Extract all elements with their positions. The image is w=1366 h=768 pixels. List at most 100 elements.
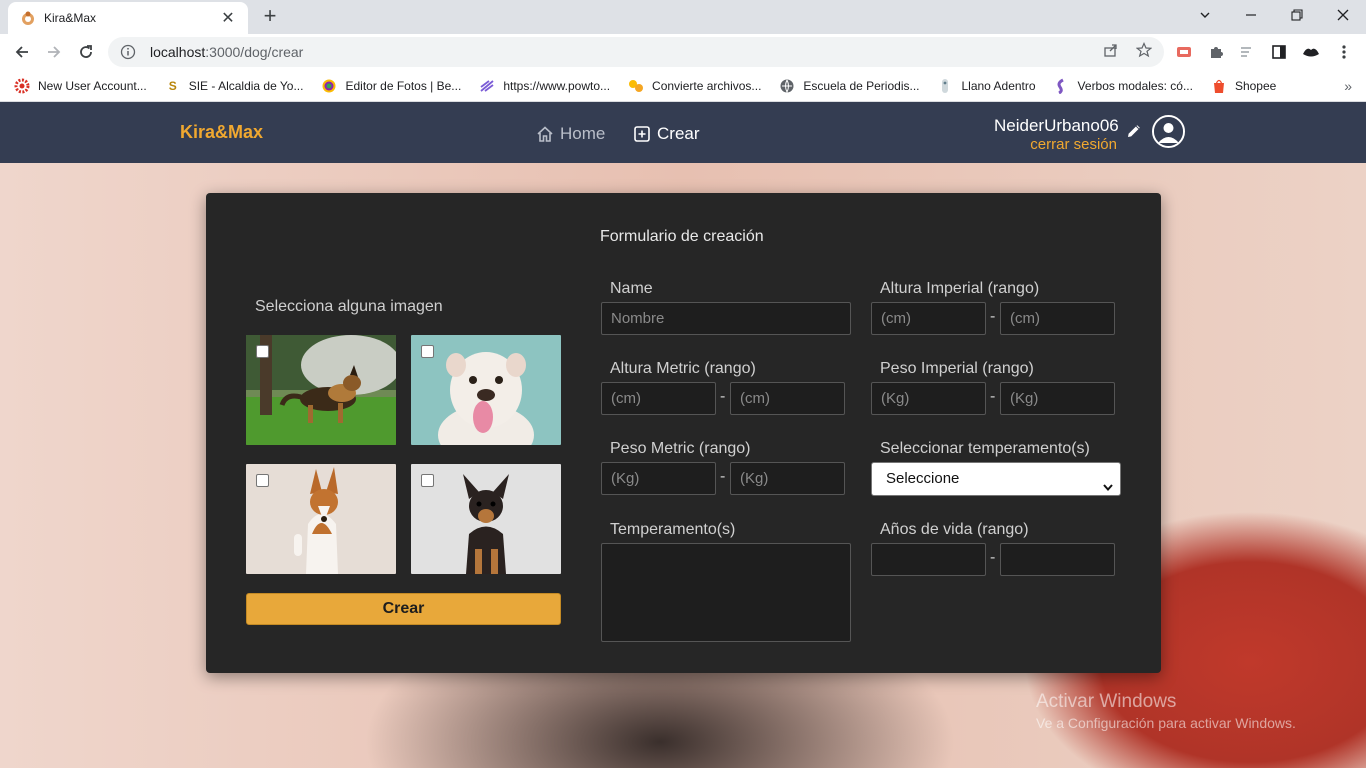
cast-extension-icon[interactable] — [1174, 42, 1194, 62]
forward-icon[interactable] — [42, 40, 66, 64]
peso-imperial-min-input[interactable]: (Kg) — [871, 382, 986, 415]
bookmark-item[interactable]: https://www.powto... — [479, 78, 610, 94]
s-icon: S — [168, 78, 177, 93]
side-panel-icon[interactable] — [1269, 42, 1289, 62]
bookmark-label: Editor de Fotos | Be... — [345, 78, 462, 93]
reading-list-icon[interactable] — [1237, 42, 1257, 62]
shopee-icon — [1211, 78, 1227, 94]
life-label: Años de vida (rango) — [880, 521, 1029, 538]
convert-icon — [628, 78, 644, 94]
bookmark-label: Verbos modales: có... — [1077, 78, 1193, 93]
temperaments-textarea[interactable] — [601, 543, 851, 642]
range-dash: - — [720, 468, 726, 485]
bookmark-item[interactable]: Convierte archivos... — [628, 78, 761, 94]
peso-imperial-max-input[interactable]: (Kg) — [1000, 382, 1115, 415]
range-dash: - — [990, 549, 996, 566]
bookmark-item[interactable]: Shopee — [1211, 78, 1276, 94]
browser-toolbar: localhost:3000/dog/crear — [0, 34, 1366, 70]
nav-home-label: Home — [560, 124, 606, 143]
avatar[interactable] — [1152, 115, 1185, 148]
range-dash: - — [990, 388, 996, 405]
image-checkbox[interactable] — [421, 474, 434, 487]
windows-activation-subtitle: Ve a Configuración para activar Windows. — [1036, 715, 1296, 731]
bookmark-item[interactable]: Verbos modales: có... — [1054, 78, 1193, 94]
peso-metric-min-input[interactable]: (Kg) — [601, 462, 716, 495]
bookmark-label: New User Account... — [38, 78, 147, 93]
name-label: Name — [610, 280, 653, 297]
globe-icon — [779, 78, 795, 94]
bookmarks-overflow-icon[interactable]: » — [1344, 78, 1352, 94]
pencil-icon[interactable] — [1125, 122, 1143, 140]
app-navbar: Kira&Max Home Crear NeiderUrbano06 cerra… — [0, 102, 1366, 163]
address-bar[interactable]: localhost:3000/dog/crear — [108, 37, 1164, 67]
create-button[interactable]: Crear — [246, 593, 561, 625]
altura-metric-label: Altura Metric (rango) — [610, 360, 756, 377]
image-checkbox[interactable] — [256, 474, 269, 487]
url-text: localhost:3000/dog/crear — [150, 44, 303, 60]
nav-create-link[interactable]: Crear — [633, 124, 700, 144]
close-window-icon[interactable] — [1320, 0, 1366, 30]
bookmark-label: https://www.powto... — [503, 78, 611, 93]
bookmark-item[interactable]: Escuela de Periodis... — [779, 78, 919, 94]
peso-metric-max-input[interactable]: (Kg) — [730, 462, 845, 495]
brand-logo[interactable]: Kira&Max — [180, 122, 263, 143]
altura-metric-max-input[interactable]: (cm) — [730, 382, 845, 415]
dog-image-option-german-shepherd[interactable] — [246, 335, 396, 445]
bookmark-item[interactable]: Llano Adentro — [937, 78, 1036, 94]
altura-imperial-max-input[interactable]: (cm) — [1000, 302, 1115, 335]
extensions-puzzle-icon[interactable] — [1206, 42, 1226, 62]
bookmark-label: Convierte archivos... — [652, 78, 762, 93]
browser-tab[interactable]: Kira&Max ✕ — [8, 2, 248, 34]
altura-metric-min-input[interactable]: (cm) — [601, 382, 716, 415]
altura-imperial-min-input[interactable]: (cm) — [871, 302, 986, 335]
user-name: NeiderUrbano06 — [994, 116, 1119, 135]
reload-icon[interactable] — [74, 40, 98, 64]
life-max-input[interactable] — [1000, 543, 1115, 576]
restore-icon[interactable] — [1274, 0, 1320, 30]
profile-icon[interactable] — [1301, 42, 1321, 62]
gallery-title: Selecciona alguna imagen — [255, 298, 443, 315]
back-icon[interactable] — [10, 40, 34, 64]
range-dash: - — [990, 308, 996, 325]
bookmark-star-icon[interactable] — [1135, 41, 1153, 59]
site-info-icon[interactable] — [120, 44, 136, 60]
peso-imperial-label: Peso Imperial (rango) — [880, 360, 1034, 377]
life-min-input[interactable] — [871, 543, 986, 576]
nav-home-link[interactable]: Home — [536, 124, 605, 144]
new-tab-icon[interactable]: + — [258, 4, 282, 28]
tab-close-icon[interactable]: ✕ — [218, 8, 238, 28]
chevron-down-icon — [1102, 473, 1114, 492]
dog-image-option-pinscher[interactable] — [411, 464, 561, 574]
plus-square-icon — [633, 125, 651, 143]
image-checkbox[interactable] — [421, 345, 434, 358]
bookmarks-bar: New User Account... S SIE - Alcaldia de … — [0, 70, 1366, 102]
photo-editor-icon — [321, 78, 337, 94]
temperaments-label: Temperamento(s) — [610, 521, 736, 538]
minimize-icon[interactable] — [1228, 0, 1274, 30]
range-dash: - — [720, 388, 726, 405]
bookmark-item[interactable]: Editor de Fotos | Be... — [321, 78, 461, 94]
bookmark-item[interactable]: New User Account... — [14, 78, 147, 94]
tab-title: Kira&Max — [44, 11, 97, 25]
create-dog-form-card: Formulario de creación Selecciona alguna… — [206, 193, 1161, 673]
dog-image-option-bulldog[interactable] — [411, 335, 561, 445]
bookmark-label: Llano Adentro — [961, 78, 1036, 93]
altura-imperial-label: Altura Imperial (rango) — [880, 280, 1040, 297]
menu-kebab-icon[interactable] — [1334, 42, 1354, 62]
gear-red-icon — [14, 78, 30, 94]
temperament-select-label: Seleccionar temperamento(s) — [880, 440, 1090, 457]
temperament-select[interactable]: Seleccione — [871, 462, 1121, 496]
bookmark-label: Shopee — [1234, 78, 1277, 93]
image-checkbox[interactable] — [256, 345, 269, 358]
tab-search-icon[interactable] — [1182, 0, 1228, 30]
temperament-select-value: Seleccione — [886, 470, 960, 487]
url-path: :3000/dog/crear — [205, 44, 304, 60]
logout-link[interactable]: cerrar sesión — [1030, 136, 1117, 153]
verbos-icon — [1054, 78, 1070, 94]
bookmark-item[interactable]: S SIE - Alcaldia de Yo... — [165, 78, 304, 94]
dog-image-option-basenji[interactable] — [246, 464, 396, 574]
share-icon[interactable] — [1102, 41, 1120, 59]
name-input[interactable]: Nombre — [601, 302, 851, 335]
llano-icon — [937, 78, 953, 94]
browser-tabstrip: Kira&Max ✕ + — [0, 0, 1366, 34]
